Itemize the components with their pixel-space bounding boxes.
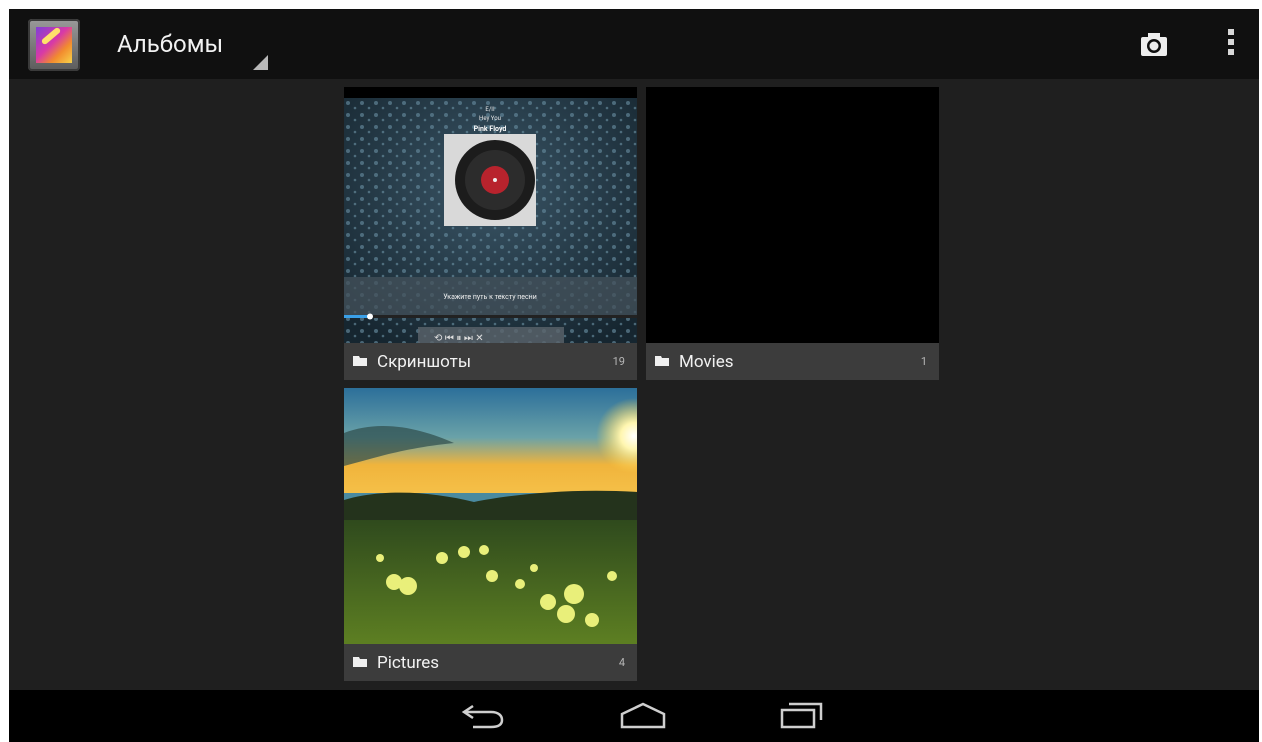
album-label-bar: Movies 1 xyxy=(646,343,939,380)
song-artist: Pink Floyd xyxy=(474,125,507,133)
album-tile-movies[interactable]: Movies 1 xyxy=(646,87,939,380)
album-tile-screenshots[interactable]: E/II Hey You Pink Floyd Укажите путь к т… xyxy=(344,87,637,380)
album-thumbnail-screenshot: E/II Hey You Pink Floyd Укажите путь к т… xyxy=(344,87,637,343)
overflow-menu-icon[interactable] xyxy=(1225,29,1237,59)
album-tile-pictures[interactable]: Pictures 4 xyxy=(344,388,637,681)
gallery-app-icon[interactable] xyxy=(28,19,80,71)
album-count: 4 xyxy=(618,656,625,669)
album-name: Pictures xyxy=(377,653,440,673)
action-bar: Альбомы xyxy=(9,9,1259,79)
album-label-bar: Pictures 4 xyxy=(344,644,637,681)
back-icon[interactable] xyxy=(461,700,507,730)
album-thumbnail-pictures xyxy=(344,388,637,644)
gallery-screen: Альбомы E/II Hey You Pink Floyd Укажите … xyxy=(9,9,1259,742)
folder-icon xyxy=(655,356,669,366)
song-title: Hey You xyxy=(479,115,501,122)
album-count: 19 xyxy=(612,355,625,368)
lyrics-hint: Укажите путь к тексту песни xyxy=(443,293,537,301)
album-thumbnail-movies xyxy=(646,87,939,343)
song-track: E/II xyxy=(485,106,495,113)
album-name: Скриншоты xyxy=(377,352,472,372)
album-name: Movies xyxy=(679,352,734,372)
svg-text:⟲ ⏮ ⏸ ⏭ ✕: ⟲ ⏮ ⏸ ⏭ ✕ xyxy=(434,333,484,343)
spinner-indicator-icon[interactable] xyxy=(253,55,268,70)
camera-icon[interactable] xyxy=(1140,31,1168,57)
page-title[interactable]: Альбомы xyxy=(117,29,223,59)
folder-icon xyxy=(353,657,367,667)
home-icon[interactable] xyxy=(619,700,667,730)
recent-apps-icon[interactable] xyxy=(779,700,825,730)
system-navigation-bar xyxy=(9,690,1259,742)
album-label-bar: Скриншоты 19 xyxy=(344,343,637,380)
folder-icon xyxy=(353,356,367,366)
album-count: 1 xyxy=(920,355,927,368)
